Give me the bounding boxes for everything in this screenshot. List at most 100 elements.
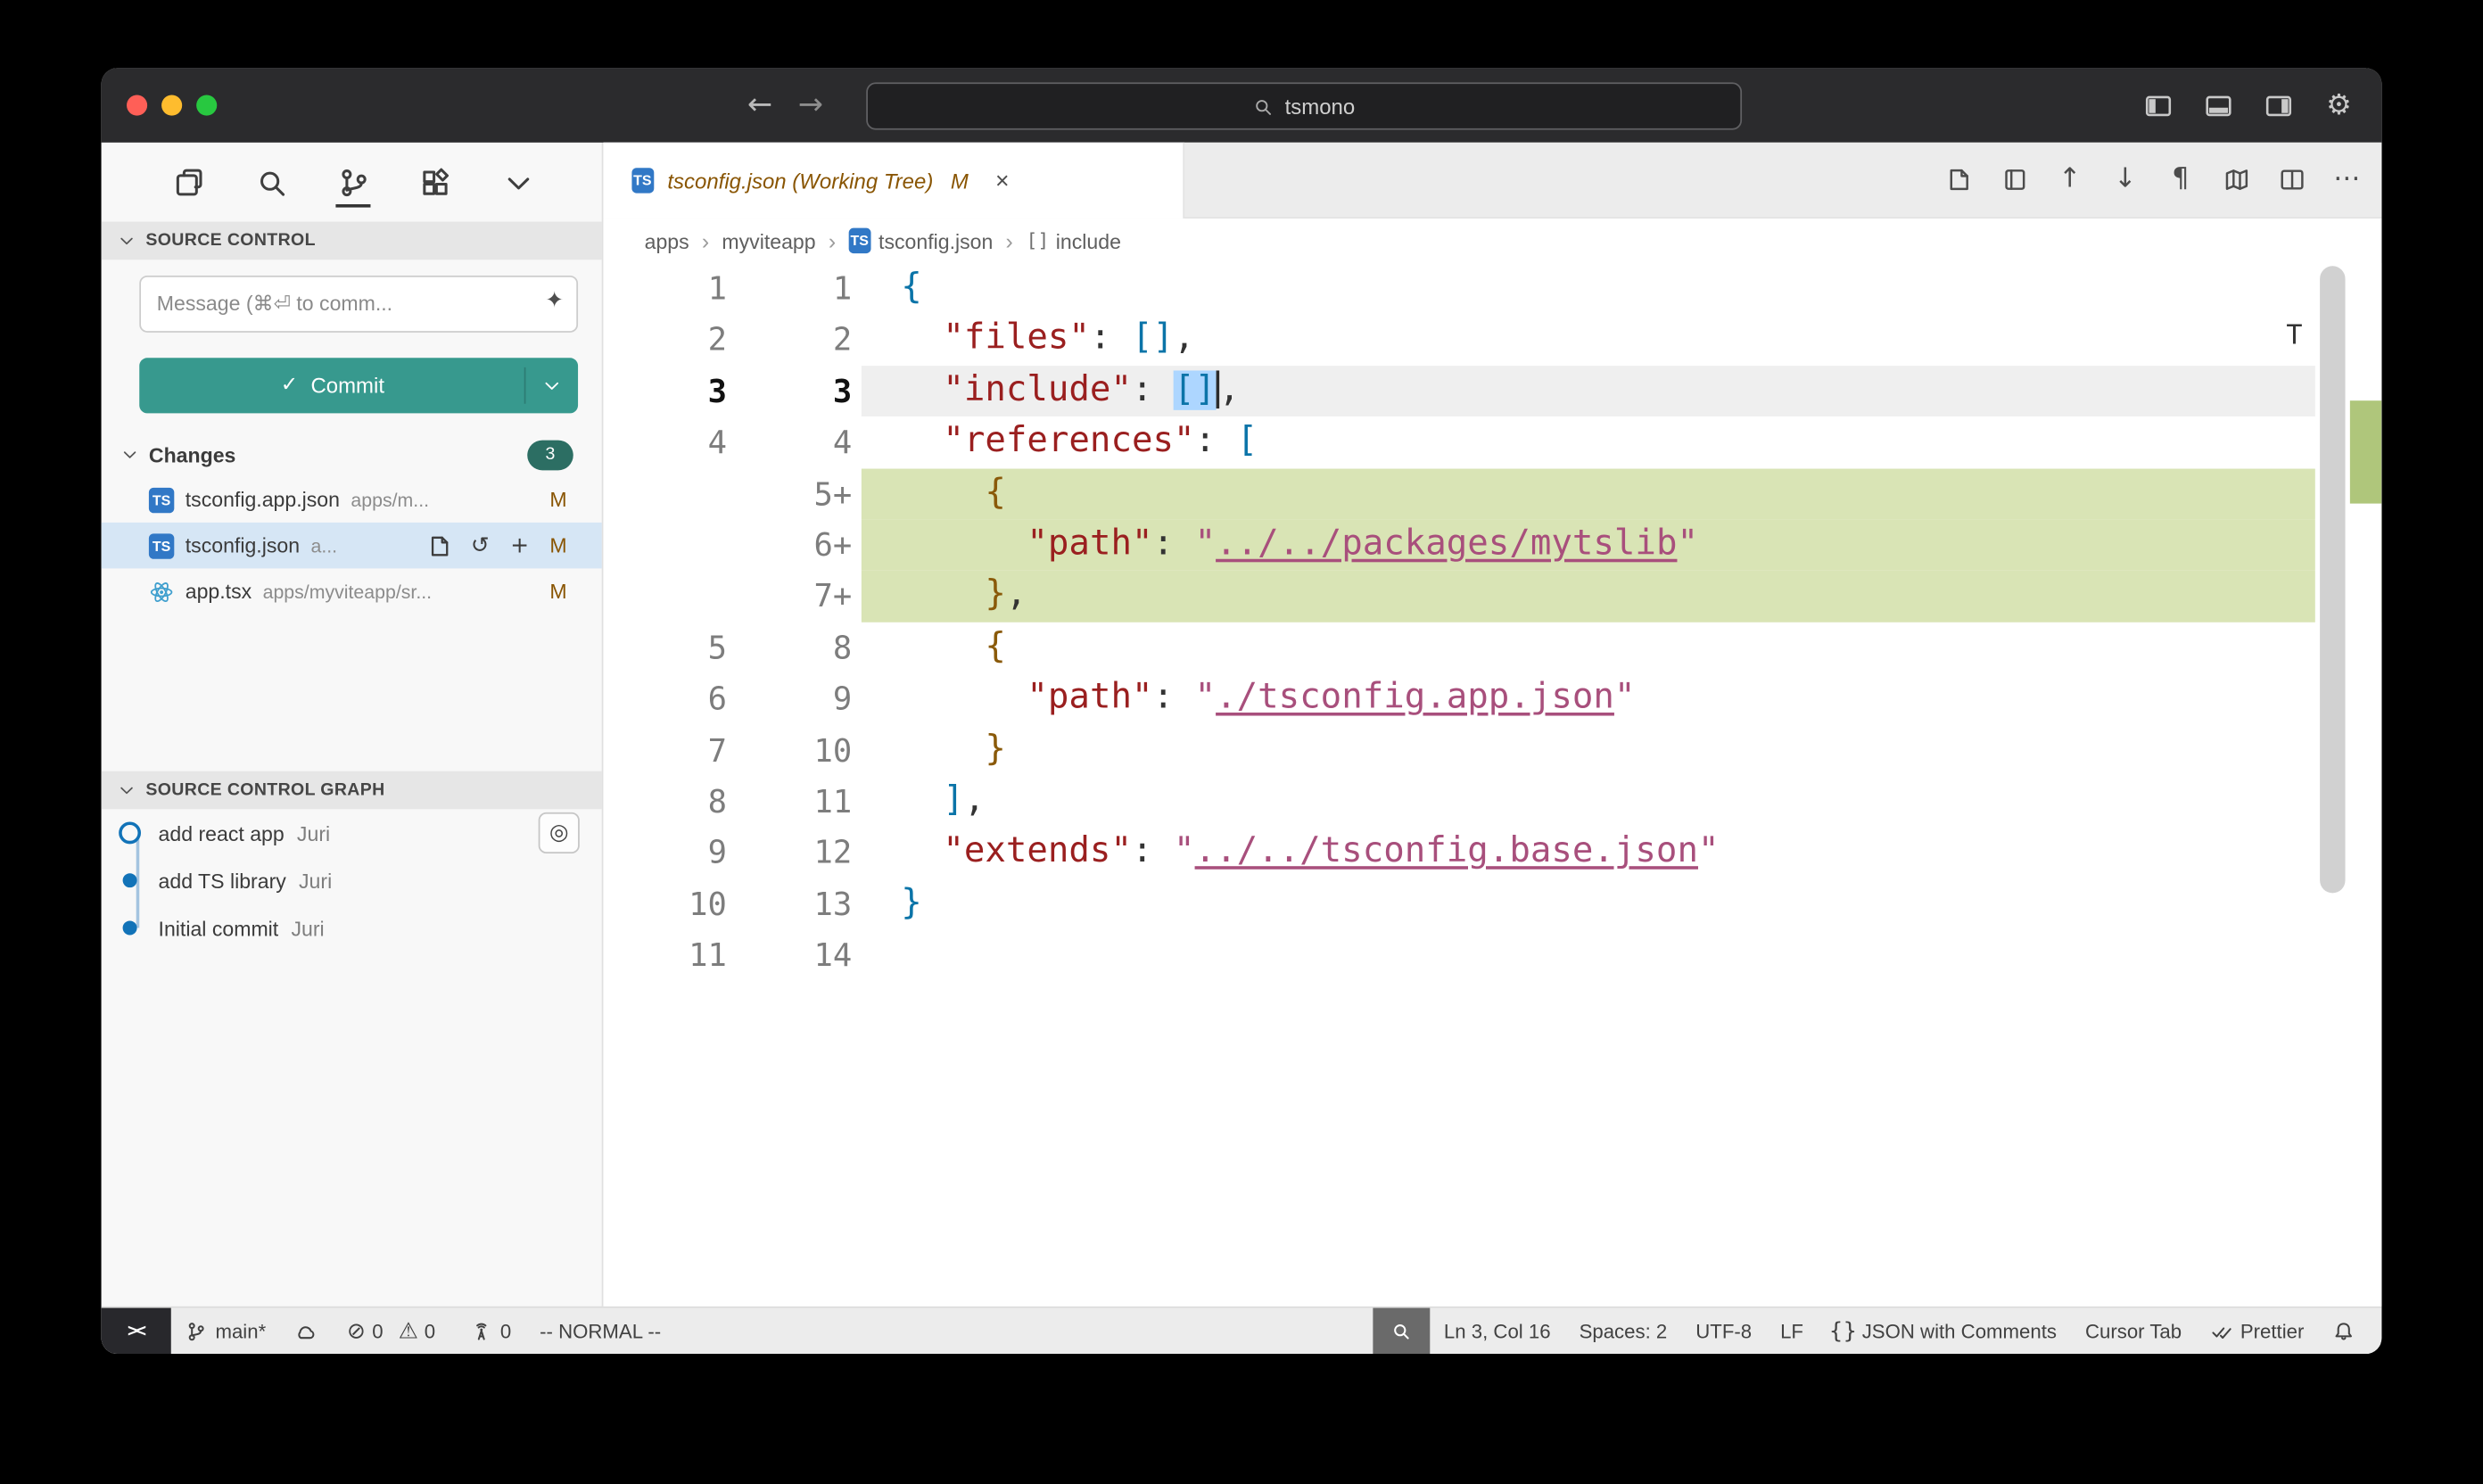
close-tab-icon[interactable]: × — [995, 167, 1010, 194]
file-name: tsconfig.json — [186, 533, 300, 557]
modified-badge: M — [549, 488, 566, 512]
gear-button[interactable]: ⚙ — [2322, 88, 2356, 123]
file-row-app.tsx[interactable]: app.tsxapps/myviteapp/sr...M — [102, 568, 602, 614]
ellipsis-icon: ⋯ — [2333, 166, 2360, 193]
scrollbar-thumb[interactable] — [2320, 266, 2345, 893]
layout-panel-button[interactable] — [2201, 88, 2236, 123]
code-editor[interactable]: 11{22 "files": [],33 "include": [],44 "r… — [603, 263, 2381, 1307]
zoom-indicator[interactable] — [1373, 1308, 1430, 1354]
activity-extensions[interactable] — [415, 153, 456, 210]
arrow-up-button[interactable]: ↑ — [2054, 164, 2086, 196]
title-bar: ← → tsmono ⚙ — [102, 68, 2382, 142]
activity-source-control[interactable] — [333, 153, 374, 210]
code-line[interactable]: 33 "include": [], — [603, 366, 2381, 417]
original-line-number: 7 — [603, 724, 742, 776]
tab-tsconfig-json[interactable]: TS tsconfig.json (Working Tree) M × — [603, 143, 1184, 218]
activity-chevron-down[interactable] — [498, 153, 539, 210]
forward-arrow-icon[interactable]: → — [798, 90, 823, 120]
original-line-number: 1 — [603, 263, 742, 315]
publish[interactable] — [280, 1308, 331, 1354]
code-line[interactable]: 22 "files": [], — [603, 314, 2381, 366]
magnifier-icon — [1390, 1320, 1413, 1342]
activity-search[interactable] — [251, 153, 292, 210]
layout-sidebar-left-button[interactable] — [2141, 88, 2175, 123]
cursor-position[interactable]: Ln 3, Col 16 — [1430, 1308, 1565, 1354]
branch[interactable]: main* — [171, 1308, 280, 1354]
commit-graph-list: add react appJuri◎add TS libraryJuriInit… — [102, 809, 602, 952]
activity-copy[interactable] — [168, 153, 209, 210]
remote-indicator[interactable]: >< — [102, 1308, 171, 1354]
code-text: ], — [862, 776, 2381, 828]
plus-icon[interactable]: + — [507, 532, 532, 557]
code-line[interactable]: 6+ "path": "../../packages/mytslib" — [603, 519, 2381, 571]
ellipsis-button[interactable]: ⋯ — [2331, 164, 2363, 196]
file-row-tsconfig.json[interactable]: TStsconfig.jsona...↺+M — [102, 523, 602, 568]
window-controls — [127, 68, 217, 142]
code-line[interactable]: 44 "references": [ — [603, 416, 2381, 468]
breadcrumb-item[interactable]: apps — [645, 229, 689, 253]
vim-mode[interactable]: -- NORMAL -- — [525, 1308, 675, 1354]
notifications[interactable] — [2318, 1308, 2369, 1354]
modified-line-number: 12 — [743, 827, 862, 878]
changes-section-header[interactable]: Changes 3 — [102, 433, 602, 477]
ts-icon: TS — [848, 229, 870, 251]
formatter[interactable]: Prettier — [2196, 1308, 2318, 1354]
open-editors-button[interactable] — [1999, 164, 2031, 196]
code-line[interactable]: 811 ], — [603, 776, 2381, 828]
code-line[interactable]: 69 "path": "./tsconfig.app.json" — [603, 673, 2381, 725]
cursor-tab[interactable]: Cursor Tab — [2071, 1308, 2196, 1354]
goto-commit-button[interactable]: ◎ — [539, 812, 580, 853]
code-line[interactable]: 5+ { — [603, 468, 2381, 520]
command-center-search[interactable]: tsmono — [866, 82, 1742, 129]
code-line[interactable]: 710 } — [603, 724, 2381, 776]
breadcrumb: apps›myviteapp›TStsconfig.json›[ ]includ… — [603, 218, 2381, 263]
breadcrumb-item[interactable]: myviteapp — [722, 229, 815, 253]
commit-row[interactable]: add TS libraryJuri — [102, 857, 602, 904]
source-control-title: SOURCE CONTROL — [145, 231, 316, 250]
code-line[interactable]: 58 { — [603, 622, 2381, 673]
code-line[interactable]: 11{ — [603, 263, 2381, 315]
split-editor-button[interactable] — [2275, 164, 2307, 196]
sidebar: SOURCE CONTROL Message (⌘⏎ to comm... ✦ … — [102, 143, 604, 1307]
problems[interactable]: ⊘0⚠0 — [331, 1308, 456, 1354]
pilcrow-icon: ¶ — [2167, 166, 2194, 193]
code-line[interactable]: 912 "extends": "../../tsconfig.base.json… — [603, 827, 2381, 878]
arrow-down-button[interactable]: ↓ — [2109, 164, 2141, 196]
back-arrow-icon[interactable]: ← — [747, 90, 772, 120]
code-text: "extends": "../../tsconfig.base.json" — [862, 827, 2381, 878]
breadcrumb-item[interactable]: TStsconfig.json — [848, 229, 993, 253]
layout-sidebar-right-button[interactable] — [2261, 88, 2296, 123]
commit-author: Juri — [299, 869, 332, 893]
source-control-header[interactable]: SOURCE CONTROL — [102, 222, 602, 260]
open-changes-button[interactable] — [1943, 164, 1976, 196]
brackets-icon: {} — [1832, 1320, 1854, 1342]
code-line[interactable]: 1013} — [603, 878, 2381, 930]
zoom-window-button[interactable] — [196, 95, 217, 116]
language-mode[interactable]: {}JSON with Comments — [1818, 1308, 2071, 1354]
commit-message-input[interactable]: Message (⌘⏎ to comm... — [139, 276, 578, 333]
minimize-window-button[interactable] — [161, 95, 182, 116]
code-text: { — [862, 622, 2381, 673]
pilcrow-button[interactable]: ¶ — [2165, 164, 2197, 196]
encoding[interactable]: UTF-8 — [1681, 1308, 1766, 1354]
source-control-graph-header[interactable]: SOURCE CONTROL GRAPH — [102, 771, 602, 810]
tab-modified-badge: M — [951, 169, 969, 193]
commit-row[interactable]: Initial commitJuri — [102, 904, 602, 952]
close-window-button[interactable] — [127, 95, 147, 116]
commit-row[interactable]: add react appJuri◎ — [102, 809, 602, 856]
map-button[interactable] — [2220, 164, 2252, 196]
desktop: ← → tsmono ⚙ SOURCE CONTROL Message (⌘⏎ t… — [0, 0, 2483, 1484]
discard-icon[interactable]: ↺ — [467, 532, 492, 557]
commit-dropdown-button[interactable] — [525, 358, 578, 413]
sparkle-icon[interactable]: ✦ — [545, 290, 564, 312]
code-line[interactable]: 7+ }, — [603, 571, 2381, 622]
commit-button[interactable]: ✓ Commit — [139, 358, 578, 413]
cursor-tab-label: Cursor Tab — [2085, 1320, 2182, 1342]
indentation[interactable]: Spaces: 2 — [1565, 1308, 1682, 1354]
file-row-tsconfig.app.json[interactable]: TStsconfig.app.jsonapps/m...M — [102, 476, 602, 522]
code-line[interactable]: 1114 — [603, 929, 2381, 981]
breadcrumb-item[interactable]: [ ]include — [1026, 229, 1121, 253]
open-file-icon[interactable] — [428, 532, 453, 557]
ports[interactable]: 0 — [456, 1308, 525, 1354]
eol[interactable]: LF — [1766, 1308, 1818, 1354]
